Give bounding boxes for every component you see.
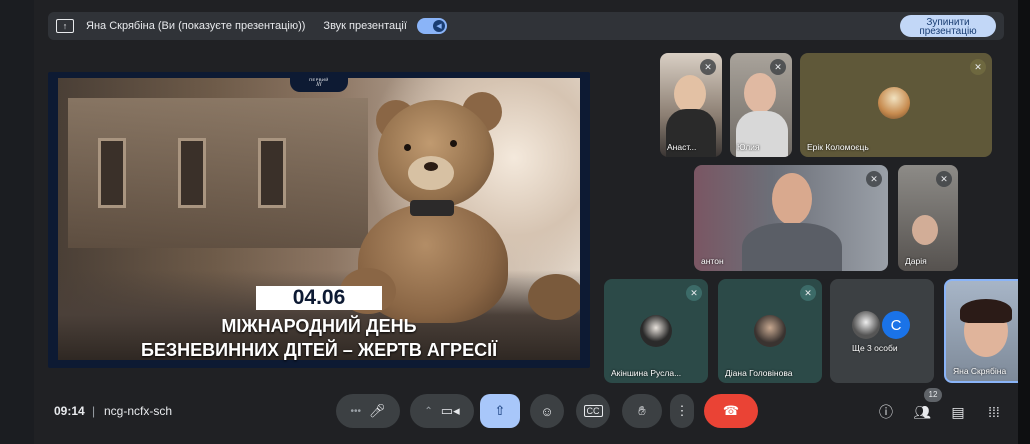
present-screen-icon: ↑ xyxy=(56,19,74,33)
presentation-slide: ПЕРВИЙ /// 04.06 МІЖНАРОДНИЙ ДЕНЬ БЕЗНЕВ… xyxy=(48,72,590,368)
mic-off-icon: ✕ xyxy=(970,59,986,75)
mic-off-icon: ✕ xyxy=(770,59,786,75)
slide-title-line-1: МІЖНАРОДНИЙ ДЕНЬ xyxy=(221,316,417,336)
separator: | xyxy=(92,404,96,418)
mic-off-icon: ✕ xyxy=(866,171,882,187)
participant-avatar: C xyxy=(882,311,910,339)
people-icon[interactable]: 👥︎ xyxy=(910,400,934,424)
presenting-bar: ↑ Яна Скрябіна (Ви (показуєте презентаці… xyxy=(48,12,1004,40)
participant-name: Ерік Коломоєць xyxy=(807,142,869,152)
bear-bow xyxy=(410,200,454,216)
present-screen-button[interactable]: ⇧ xyxy=(480,394,520,428)
participant-avatar xyxy=(640,315,672,347)
participant-video xyxy=(674,75,706,113)
participant-video xyxy=(960,299,1012,323)
channel-logo: ПЕРВИЙ /// xyxy=(290,72,348,92)
slide-title: МІЖНАРОДНИЙ ДЕНЬ БЕЗНЕВИННИХ ДІТЕЙ – ЖЕР… xyxy=(48,314,590,362)
right-edge xyxy=(1018,0,1030,444)
participant-name: антон xyxy=(701,256,724,266)
bear-head xyxy=(378,100,494,208)
emoji-button[interactable]: ☺ xyxy=(530,394,564,428)
presenter-status: Яна Скрябіна (Ви (показуєте презентацію)… xyxy=(86,20,306,32)
more-options-icon[interactable]: ••• xyxy=(350,406,361,417)
raise-hand-button[interactable]: ✋︎ xyxy=(622,394,662,428)
participant-avatar xyxy=(852,311,880,339)
info-icon[interactable]: ⓘ xyxy=(874,400,898,424)
participant-video xyxy=(742,223,842,271)
meeting-code: ncg-ncfx-sch xyxy=(104,404,173,418)
more-participants-tile[interactable]: C Ще 3 особи xyxy=(830,279,934,383)
bear-eye xyxy=(404,144,411,151)
participant-tile[interactable]: ✕ антон xyxy=(694,165,888,271)
chevron-up-icon[interactable]: ⌃ xyxy=(424,406,432,417)
participant-avatar xyxy=(754,315,786,347)
participant-name: Діана Головінова xyxy=(725,368,793,378)
emoji-icon: ☺ xyxy=(540,403,554,419)
participant-name: Яна Скрябіна xyxy=(953,366,1007,376)
bear-eye xyxy=(450,140,457,147)
participant-video xyxy=(912,215,938,245)
ruin-window xyxy=(178,138,206,208)
camera-icon[interactable]: ▭◂ xyxy=(441,403,460,419)
mic-off-icon: ✕ xyxy=(686,285,702,301)
participant-name: Акіншина Русла... xyxy=(611,368,682,378)
more-vert-icon: ⋮ xyxy=(675,403,689,418)
present-screen-icon: ⇧ xyxy=(494,403,506,418)
captions-button[interactable]: CC xyxy=(576,394,610,428)
participant-tile[interactable]: ✕ Юлия xyxy=(730,53,792,157)
camera-control[interactable]: ⌃ ▭◂ xyxy=(410,394,474,428)
slide-date: 04.06 xyxy=(256,286,382,310)
stop-presenting-button[interactable]: Зупинити презентацію xyxy=(900,15,996,37)
leave-call-button[interactable]: ☎︎ xyxy=(704,394,758,428)
more-options-button[interactable]: ⋮ xyxy=(670,394,694,428)
presentation-sound-label: Звук презентації xyxy=(323,20,407,32)
speaker-icon: ◀ xyxy=(432,20,445,32)
participant-tile[interactable]: ✕ Діана Головінова xyxy=(718,279,822,383)
apps-icon[interactable]: ⁞⁞⁞ xyxy=(982,400,1006,424)
presentation-sound-toggle[interactable]: ◀ xyxy=(416,18,447,34)
meeting-time: 09:14 xyxy=(54,404,85,418)
participant-video xyxy=(772,173,812,225)
participant-name: Юлия xyxy=(737,142,760,152)
participant-tile[interactable]: ✕ Ерік Коломоєць xyxy=(800,53,992,157)
participant-avatar xyxy=(878,87,910,119)
microphone-icon[interactable]: 🎤︎ xyxy=(369,403,386,419)
left-edge-panel xyxy=(0,0,34,444)
mic-off-icon: ✕ xyxy=(800,285,816,301)
bear-nose xyxy=(424,162,438,171)
meet-window: ↑ Яна Скрябіна (Ви (показуєте презентаці… xyxy=(34,0,1026,444)
ruin-window xyxy=(258,138,286,208)
participant-name: Анаст... xyxy=(667,142,697,152)
chat-icon[interactable]: ▤ xyxy=(946,400,970,424)
participant-video xyxy=(744,73,776,113)
participant-tile[interactable]: ✕ Акіншина Русла... xyxy=(604,279,708,383)
captions-icon: CC xyxy=(583,405,603,417)
more-participants-label: Ще 3 особи xyxy=(852,343,898,353)
participant-name: Дарія xyxy=(905,256,927,266)
logo-mark: /// xyxy=(316,81,322,88)
slide-title-line-2: БЕЗНЕВИННИХ ДІТЕЙ – ЖЕРТВ АГРЕСІЇ xyxy=(140,340,498,360)
mic-off-icon: ✕ xyxy=(936,171,952,187)
microphone-control[interactable]: ••• 🎤︎ xyxy=(336,394,400,428)
participant-tile[interactable]: ✕ Дарія xyxy=(898,165,958,271)
raise-hand-icon: ✋︎ xyxy=(638,403,646,418)
participant-tile[interactable]: ✕ Анаст... xyxy=(660,53,722,157)
call-end-icon: ☎︎ xyxy=(722,403,740,418)
self-view-tile[interactable]: Яна Скрябіна xyxy=(944,279,1026,383)
ruin-window xyxy=(98,138,126,208)
mic-off-icon: ✕ xyxy=(700,59,716,75)
